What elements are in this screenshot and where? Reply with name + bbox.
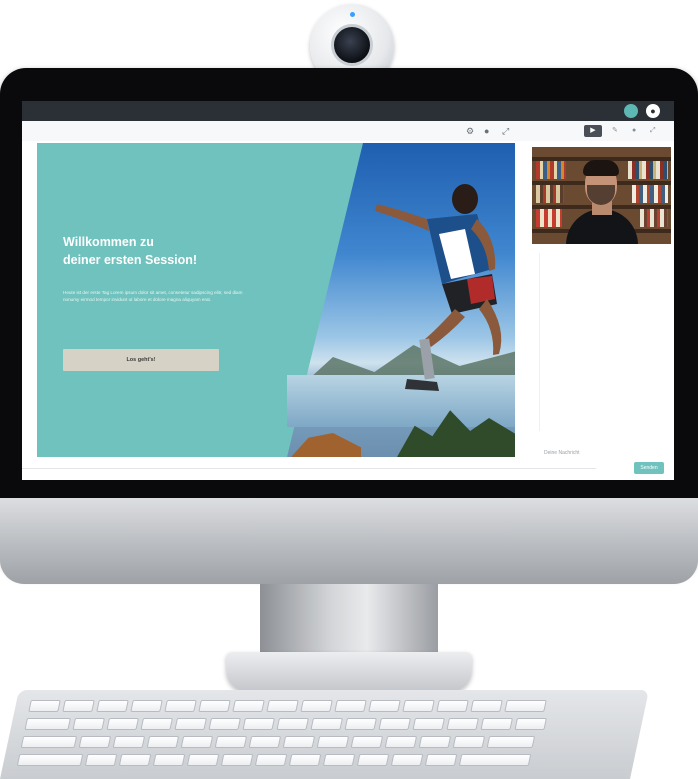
chat-messages <box>539 253 668 431</box>
key <box>514 718 547 730</box>
slide-title-line2: deiner ersten Session! <box>63 253 198 267</box>
key <box>72 718 105 730</box>
slide-toolbar: ⚙ ● ⤢ <box>22 121 674 141</box>
key <box>24 718 71 730</box>
key <box>384 736 418 748</box>
keyboard <box>0 690 649 779</box>
key <box>242 718 275 730</box>
profile-avatar[interactable]: ● <box>646 104 660 118</box>
key <box>118 754 152 766</box>
webcam-led-icon <box>350 12 355 17</box>
key <box>198 700 231 712</box>
monitor-stand-foot <box>226 652 472 692</box>
key <box>16 754 84 766</box>
key <box>436 700 469 712</box>
video-feed <box>532 147 671 244</box>
key <box>300 700 333 712</box>
person-hair <box>583 160 619 176</box>
keyboard-row <box>24 718 547 730</box>
keyboard-row <box>16 754 532 766</box>
key <box>130 700 163 712</box>
key <box>78 736 112 748</box>
slide-body-text: Heute ist der erste Tag Lorem ipsum dolo… <box>63 290 243 302</box>
key <box>316 736 350 748</box>
key <box>486 736 536 748</box>
key <box>390 754 424 766</box>
key <box>350 736 384 748</box>
key <box>368 700 401 712</box>
key <box>96 700 129 712</box>
monitor-chin <box>0 498 698 584</box>
key <box>458 754 532 766</box>
key <box>504 700 547 712</box>
expand-icon[interactable]: ⤢ <box>502 127 509 136</box>
key <box>186 754 220 766</box>
webcam-lens <box>331 24 373 66</box>
key <box>214 736 248 748</box>
books <box>640 209 668 227</box>
screen: ● ⚙ ● ⤢ Willkommen zu deiner ersten Sess <box>22 101 674 480</box>
key <box>164 700 197 712</box>
key <box>276 718 309 730</box>
key <box>254 754 288 766</box>
key <box>480 718 513 730</box>
books <box>632 185 668 203</box>
welcome-slide: Willkommen zu deiner ersten Session! Heu… <box>37 143 515 457</box>
monitor-stand <box>260 584 438 658</box>
slide-title-line1: Willkommen zu <box>63 235 154 249</box>
key <box>470 700 503 712</box>
keyboard-row <box>20 736 536 748</box>
key <box>62 700 95 712</box>
start-button[interactable]: Los geht's! <box>63 349 219 371</box>
key <box>288 754 322 766</box>
books <box>536 209 562 227</box>
key <box>402 700 435 712</box>
key <box>220 754 254 766</box>
fullscreen-icon[interactable]: ⤢ <box>650 127 656 135</box>
key <box>84 754 118 766</box>
panel-toolbar: ▶ ✎ ● ⤢ <box>582 125 672 139</box>
key <box>28 700 61 712</box>
user-avatar[interactable] <box>624 104 638 118</box>
key <box>152 754 186 766</box>
dot-icon[interactable]: ● <box>632 127 636 135</box>
key <box>412 718 445 730</box>
key <box>452 736 486 748</box>
key <box>446 718 479 730</box>
key <box>232 700 265 712</box>
settings-icon[interactable]: ⚙ <box>466 127 474 136</box>
key <box>344 718 377 730</box>
books <box>628 161 668 179</box>
key <box>424 754 458 766</box>
key <box>266 700 299 712</box>
key <box>378 718 411 730</box>
slide-title: Willkommen zu deiner ersten Session! <box>63 233 283 269</box>
runner-image <box>375 184 502 391</box>
chat-input[interactable]: Deine Nachricht <box>538 447 628 459</box>
key <box>334 700 367 712</box>
key <box>146 736 180 748</box>
key <box>140 718 173 730</box>
key <box>20 736 78 748</box>
key <box>208 718 241 730</box>
key <box>174 718 207 730</box>
key <box>282 736 316 748</box>
books <box>536 161 566 179</box>
key <box>180 736 214 748</box>
key <box>322 754 356 766</box>
progress-line <box>22 468 596 469</box>
pencil-icon[interactable]: ✎ <box>612 127 618 135</box>
video-icon[interactable]: ▶ <box>584 125 602 137</box>
key <box>418 736 452 748</box>
key <box>106 718 139 730</box>
send-button[interactable]: Senden <box>634 462 664 474</box>
key <box>310 718 343 730</box>
key <box>248 736 282 748</box>
keyboard-row <box>28 700 547 712</box>
record-icon[interactable]: ● <box>484 127 489 136</box>
app-topbar: ● <box>22 101 674 121</box>
key <box>356 754 390 766</box>
key <box>112 736 146 748</box>
books <box>536 185 564 203</box>
